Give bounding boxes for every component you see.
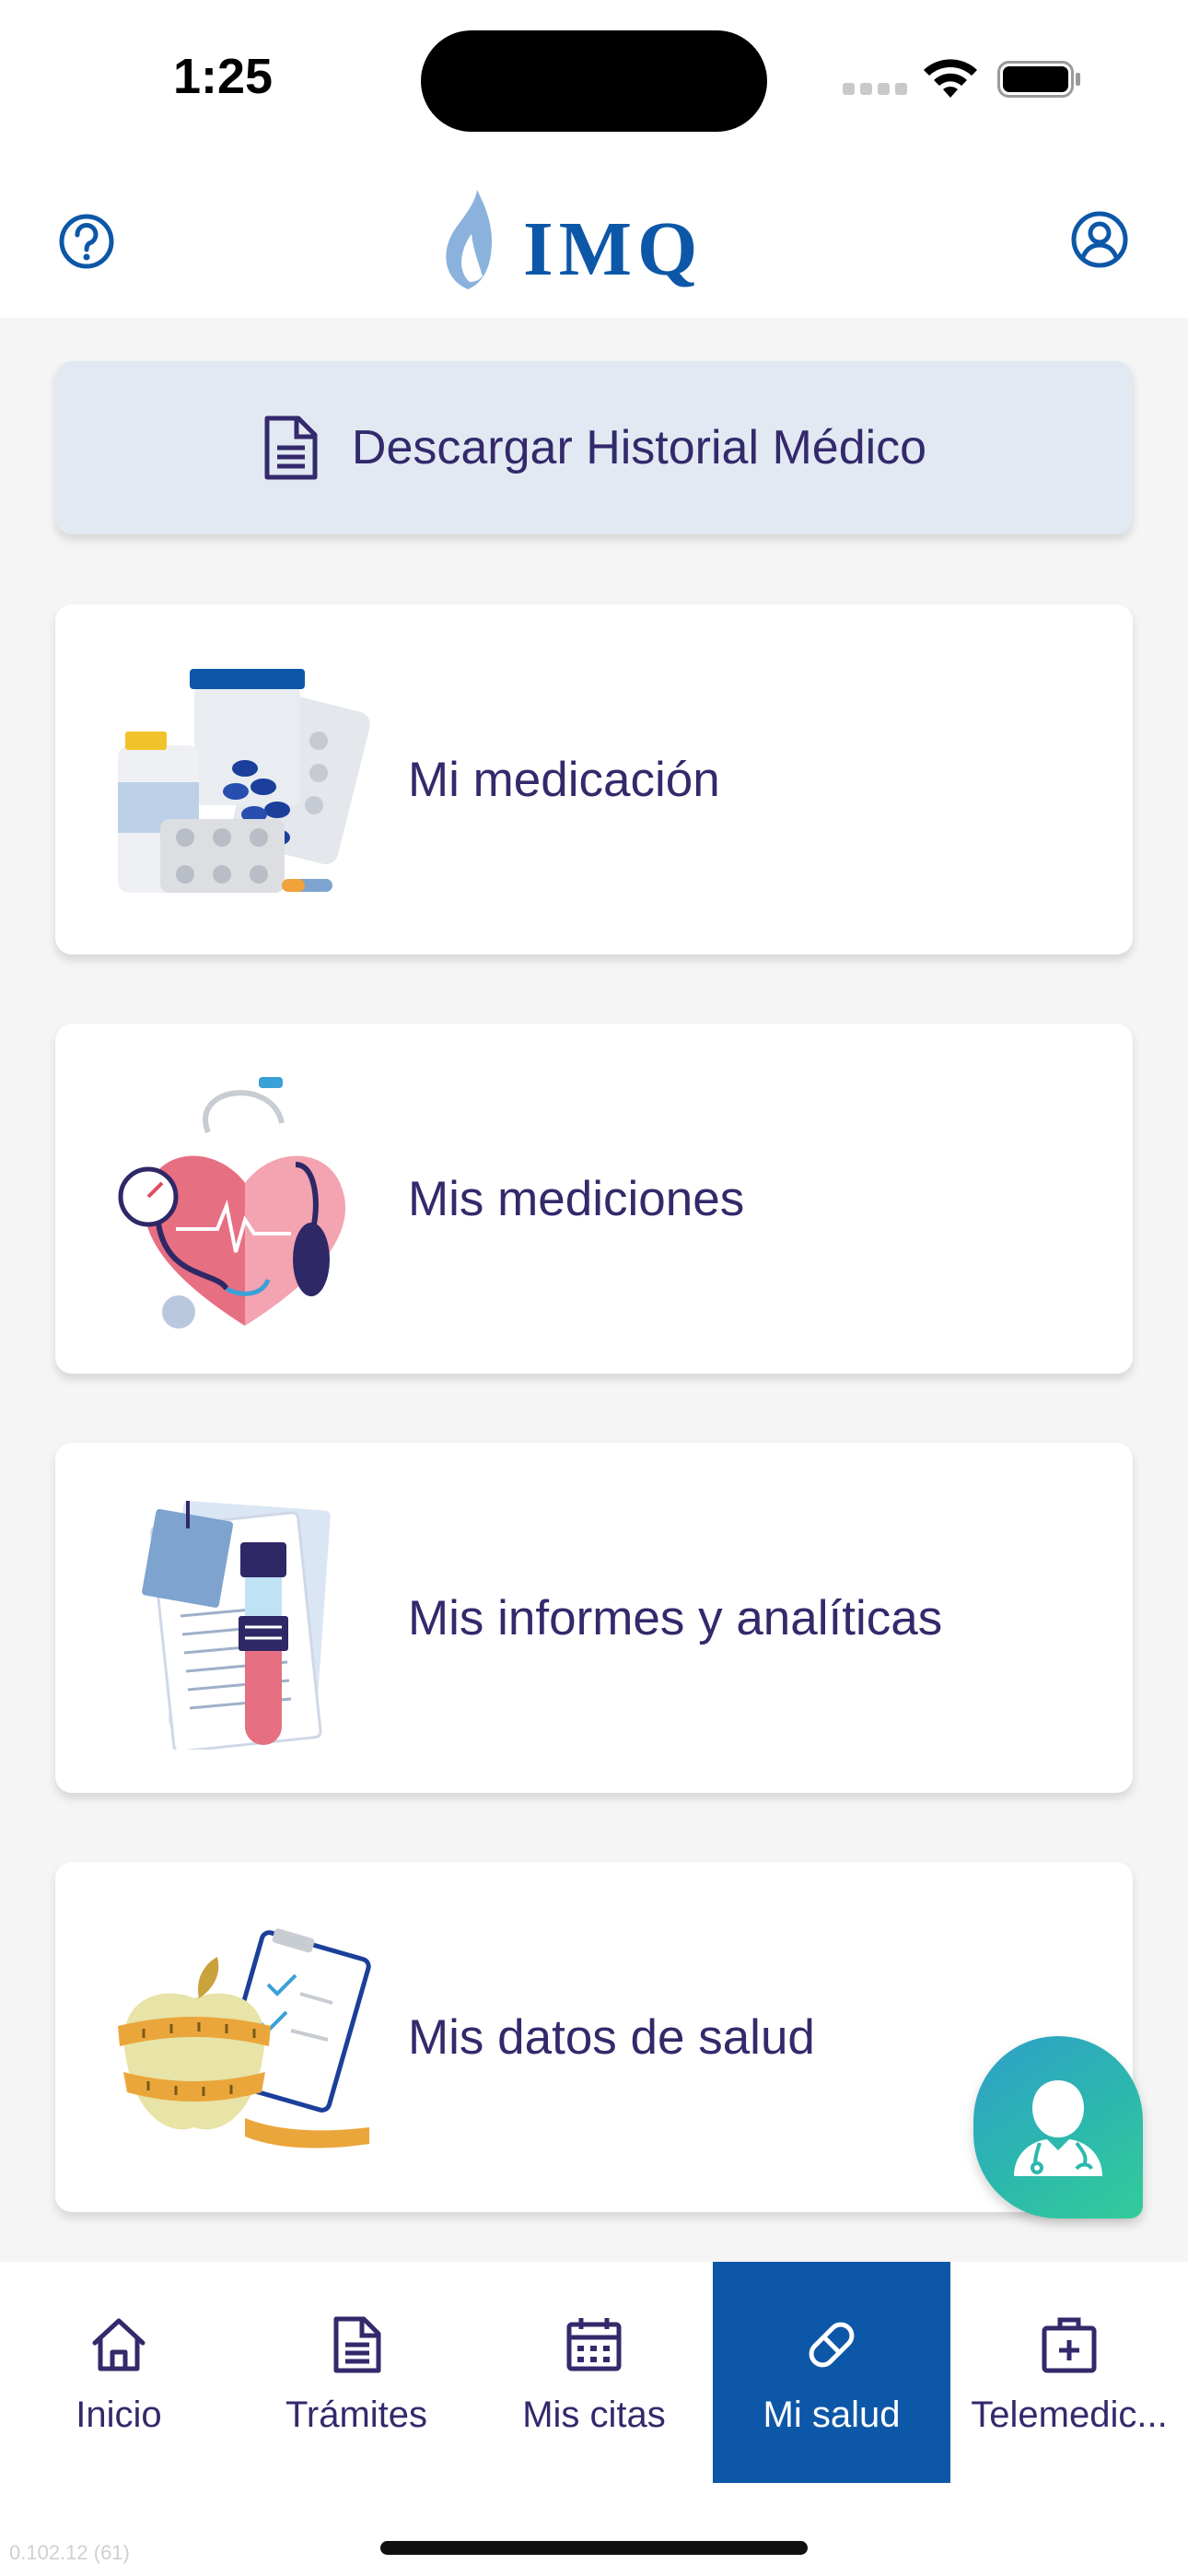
card-my-health-data[interactable]: Mis datos de salud bbox=[55, 1862, 1133, 2212]
doctor-chat-fab[interactable] bbox=[973, 2036, 1143, 2219]
tab-label: Mis citas bbox=[522, 2395, 666, 2435]
card-label: Mi medicación bbox=[408, 752, 720, 807]
tab-label: Mi salud bbox=[763, 2395, 901, 2435]
download-label: Descargar Historial Médico bbox=[351, 421, 927, 474]
download-medical-history-button[interactable]: Descargar Historial Médico bbox=[55, 361, 1133, 534]
health-data-illustration bbox=[118, 1928, 371, 2149]
tab-inicio[interactable]: Inicio bbox=[0, 2262, 238, 2483]
tab-label: Trámites bbox=[285, 2395, 428, 2435]
status-time: 1:25 bbox=[173, 49, 274, 104]
card-label: Mis datos de salud bbox=[408, 2009, 815, 2065]
tab-mis-citas[interactable]: Mis citas bbox=[475, 2262, 713, 2483]
calendar-icon bbox=[566, 2318, 622, 2371]
bottom-tab-bar: Inicio Trámites Mis citas Mi salud Telem… bbox=[0, 2262, 1188, 2576]
app-header: IMQ bbox=[0, 166, 1188, 318]
card-label: Mis mediciones bbox=[408, 1171, 745, 1226]
dynamic-island bbox=[421, 30, 767, 132]
logo-text: IMQ bbox=[523, 206, 703, 292]
help-circle-icon[interactable] bbox=[57, 212, 116, 271]
home-indicator[interactable] bbox=[380, 2541, 808, 2555]
home-icon bbox=[92, 2318, 146, 2371]
tab-telemedicina[interactable]: Telemedic... bbox=[950, 2262, 1188, 2483]
document-icon bbox=[333, 2316, 381, 2373]
document-icon bbox=[264, 416, 318, 480]
cellular-signal-icon bbox=[843, 83, 907, 95]
card-my-medication[interactable]: Mi medicación bbox=[55, 604, 1133, 954]
card-label: Mis informes y analíticas bbox=[408, 1590, 943, 1645]
imq-logo: IMQ bbox=[446, 190, 703, 292]
status-bar: 1:25 bbox=[0, 0, 1188, 166]
measurements-illustration bbox=[118, 1077, 346, 1329]
tab-label: Telemedic... bbox=[971, 2395, 1168, 2435]
user-circle-icon[interactable] bbox=[1070, 210, 1129, 269]
pill-icon bbox=[809, 2322, 855, 2368]
card-my-measurements[interactable]: Mis mediciones bbox=[55, 1024, 1133, 1374]
tab-label: Inicio bbox=[76, 2395, 162, 2435]
doctor-icon bbox=[1014, 2080, 1102, 2176]
tab-tramites[interactable]: Trámites bbox=[238, 2262, 475, 2483]
card-my-reports[interactable]: Mis informes y analíticas bbox=[55, 1443, 1133, 1793]
tab-mi-salud[interactable]: Mi salud bbox=[713, 2262, 950, 2483]
reports-illustration bbox=[142, 1501, 331, 1750]
battery-icon bbox=[997, 61, 1080, 98]
medication-illustration bbox=[118, 669, 370, 893]
wifi-icon bbox=[924, 59, 977, 98]
medical-kit-icon bbox=[1042, 2317, 1097, 2373]
app-version: 0.102.12 (61) bbox=[9, 2541, 130, 2564]
